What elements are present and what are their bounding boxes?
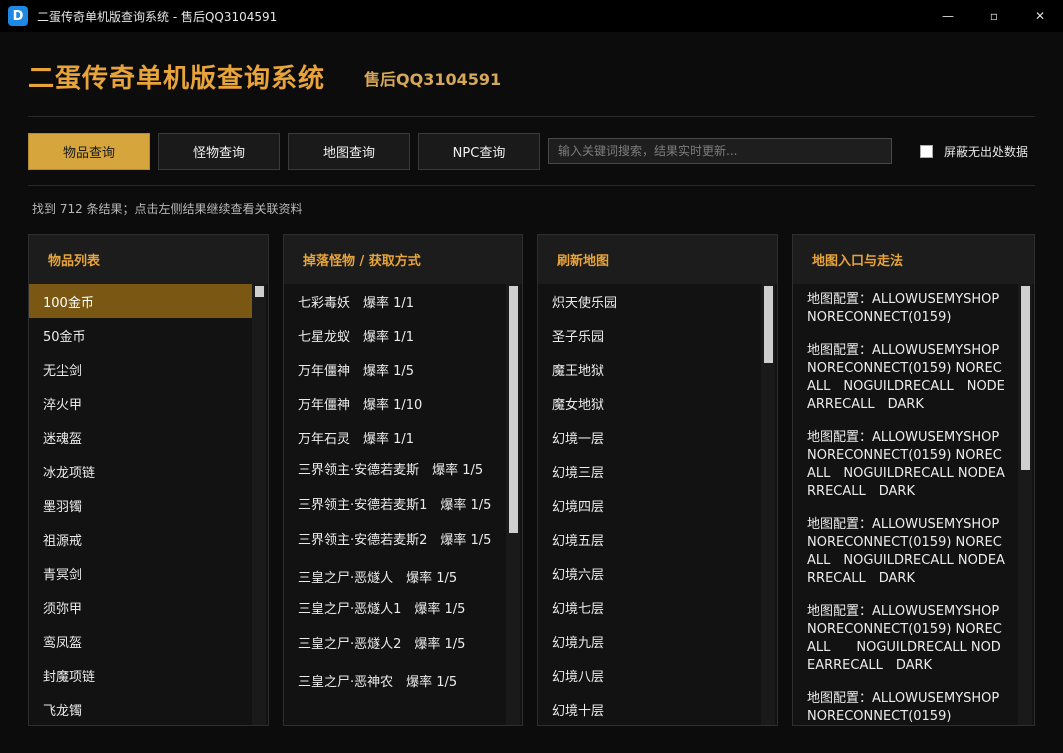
scrollbar[interactable] bbox=[506, 284, 520, 725]
panel-title: 掉落怪物 / 获取方式 bbox=[284, 235, 522, 284]
drop-list: 七彩毒妖 爆率 1/1 七星龙蚁 爆率 1/1 万年僵神 爆率 1/5 万年僵神 爆率… bbox=[284, 284, 506, 725]
scrollbar[interactable] bbox=[252, 284, 266, 725]
tab-map-query[interactable]: 地图查询 bbox=[288, 133, 410, 170]
hide-no-source-label: 屏蔽无出处数据 bbox=[944, 145, 1029, 159]
list-item[interactable]: 鸾凤盔 bbox=[29, 624, 252, 658]
list-item[interactable]: 万年僵神 爆率 1/5 bbox=[284, 352, 506, 386]
window-title: 二蛋传奇单机版查询系统 - 售后QQ3104591 bbox=[37, 9, 278, 24]
list-item[interactable]: 淬火甲 bbox=[29, 386, 252, 420]
list-item[interactable]: 50金币 bbox=[29, 318, 252, 352]
list-item[interactable]: 祖源戒 bbox=[29, 522, 252, 556]
list-item[interactable]: 三界领主·安德若麦斯2 爆率 1/5 bbox=[284, 524, 506, 559]
map-list: 炽天使乐园 圣子乐园 魔王地狱 魔女地狱 幻境一层 幻境三层 幻境四层 幻境五层 幻境六层 幻境七… bbox=[538, 284, 761, 725]
support-qq: 售后QQ3104591 bbox=[364, 70, 502, 89]
list-item[interactable]: 幻境六层 bbox=[538, 556, 761, 590]
map-entry-block: 地图配置：ALLOWUSEMYSHOP NORECONNECT(0159) bbox=[807, 691, 1000, 724]
scrollbar-thumb[interactable] bbox=[1021, 286, 1030, 470]
map-entry-block: 地图配置：ALLOWUSEMYSHOP NORECONNECT(0159) NO… bbox=[807, 430, 1005, 499]
list-item[interactable]: 万年石灵 爆率 1/1 bbox=[284, 420, 506, 454]
tab-monster-query[interactable]: 怪物查询 bbox=[158, 133, 280, 170]
app-title: 二蛋传奇单机版查询系统 bbox=[28, 64, 326, 94]
header-divider bbox=[28, 116, 1035, 117]
scrollbar[interactable] bbox=[761, 284, 775, 725]
list-item[interactable]: 炽天使乐园 bbox=[538, 284, 761, 318]
list-item[interactable]: 幻境三层 bbox=[538, 454, 761, 488]
hide-no-source-option[interactable]: 屏蔽无出处数据 bbox=[920, 143, 1028, 160]
tab-npc-query[interactable]: NPC查询 bbox=[418, 133, 540, 170]
item-list: 100金币 50金币 无尘剑 淬火甲 迷魂盔 冰龙项链 墨羽镯 祖源戒 青冥剑 须弥甲 鸾凤盔 封魔项… bbox=[29, 284, 252, 725]
list-item[interactable]: 青冥剑 bbox=[29, 556, 252, 590]
scrollbar-thumb[interactable] bbox=[764, 286, 773, 363]
list-item[interactable]: 三界领主·安德若麦斯1 爆率 1/5 bbox=[284, 489, 506, 524]
list-item[interactable]: 幻境五层 bbox=[538, 522, 761, 556]
list-item[interactable]: 三皇之尸·恶燧人1 爆率 1/5 bbox=[284, 593, 506, 628]
list-item[interactable]: 幻境九层 bbox=[538, 624, 761, 658]
map-entry-block: 地图配置：ALLOWUSEMYSHOP NORECONNECT(0159) NO… bbox=[807, 517, 1005, 586]
list-item[interactable]: 飞龙镯 bbox=[29, 692, 252, 725]
list-item[interactable]: 七彩毒妖 爆率 1/1 bbox=[284, 284, 506, 318]
close-button[interactable]: ✕ bbox=[1017, 0, 1063, 32]
refresh-map-panel: 刷新地图 炽天使乐园 圣子乐园 魔王地狱 魔女地狱 幻境一层 幻境三层 幻境四层 幻境五层 幻境… bbox=[537, 234, 778, 726]
map-entry-panel: 地图入口与走法 地图配置：ALLOWUSEMYSHOP NORECONNECT(… bbox=[792, 234, 1035, 726]
tab-item-query[interactable]: 物品查询 bbox=[28, 133, 150, 170]
list-item[interactable]: 圣子乐园 bbox=[538, 318, 761, 352]
list-item[interactable]: 迷魂盔 bbox=[29, 420, 252, 454]
list-item[interactable]: 须弥甲 bbox=[29, 590, 252, 624]
list-item[interactable]: 封魔项链 bbox=[29, 658, 252, 692]
maximize-button[interactable]: ▫ bbox=[971, 0, 1017, 32]
search-input[interactable] bbox=[548, 138, 892, 164]
scrollbar-thumb[interactable] bbox=[509, 286, 518, 533]
drop-source-panel: 掉落怪物 / 获取方式 七彩毒妖 爆率 1/1 七星龙蚁 爆率 1/1 万年僵神 爆… bbox=[283, 234, 523, 726]
list-item[interactable]: 万年僵神 爆率 1/10 bbox=[284, 386, 506, 420]
hide-no-source-checkbox[interactable] bbox=[920, 145, 933, 158]
list-item[interactable]: 三界领主·安德若麦斯 爆率 1/5 bbox=[284, 454, 506, 489]
window-controls: — ▫ ✕ bbox=[925, 0, 1063, 32]
list-item[interactable]: 无尘剑 bbox=[29, 352, 252, 386]
list-item[interactable]: 三皇之尸·恶神农 爆率 1/5 bbox=[284, 663, 506, 697]
list-item[interactable]: 幻境一层 bbox=[538, 420, 761, 454]
panel-title: 刷新地图 bbox=[538, 235, 777, 284]
map-entry-list: 地图配置：ALLOWUSEMYSHOP NORECONNECT(0159) 地图配… bbox=[793, 284, 1018, 725]
list-item[interactable]: 冰龙项链 bbox=[29, 454, 252, 488]
map-entry-block: 地图配置：ALLOWUSEMYSHOP NORECONNECT(0159) bbox=[807, 292, 1000, 325]
list-item[interactable]: 幻境十层 bbox=[538, 692, 761, 725]
list-item[interactable]: 魔王地狱 bbox=[538, 352, 761, 386]
list-item[interactable]: 魔女地狱 bbox=[538, 386, 761, 420]
panel-title: 地图入口与走法 bbox=[793, 235, 1034, 284]
map-entry-block: 地图配置：ALLOWUSEMYSHOP NORECONNECT(0159) NO… bbox=[807, 604, 1002, 673]
list-item[interactable]: 七星龙蚁 爆率 1/1 bbox=[284, 318, 506, 352]
title-bar: D 二蛋传奇单机版查询系统 - 售后QQ3104591 — ▫ ✕ bbox=[0, 0, 1063, 32]
list-item[interactable]: 幻境四层 bbox=[538, 488, 761, 522]
panel-title: 物品列表 bbox=[29, 235, 268, 284]
scrollbar[interactable] bbox=[1018, 284, 1032, 725]
item-list-panel: 物品列表 100金币 50金币 无尘剑 淬火甲 迷魂盔 冰龙项链 墨羽镯 祖源戒 青冥剑 须弥甲鸾… bbox=[28, 234, 269, 726]
scrollbar-thumb[interactable] bbox=[255, 286, 264, 297]
list-item[interactable]: 100金币 bbox=[29, 284, 252, 318]
toolbar-divider bbox=[28, 185, 1035, 186]
minimize-button[interactable]: — bbox=[925, 0, 971, 32]
app-icon: D bbox=[8, 6, 28, 26]
list-item[interactable]: 幻境八层 bbox=[538, 658, 761, 692]
list-item[interactable]: 幻境七层 bbox=[538, 590, 761, 624]
list-item[interactable]: 三皇之尸·恶燧人2 爆率 1/5 bbox=[284, 628, 506, 663]
list-item[interactable]: 三皇之尸·恶燧人 爆率 1/5 bbox=[284, 559, 506, 593]
map-entry-block: 地图配置：ALLOWUSEMYSHOP NORECONNECT(0159) NO… bbox=[807, 343, 1005, 412]
result-count: 找到 712 条结果；点击左侧结果继续查看关联资料 bbox=[32, 202, 303, 216]
list-item[interactable]: 墨羽镯 bbox=[29, 488, 252, 522]
